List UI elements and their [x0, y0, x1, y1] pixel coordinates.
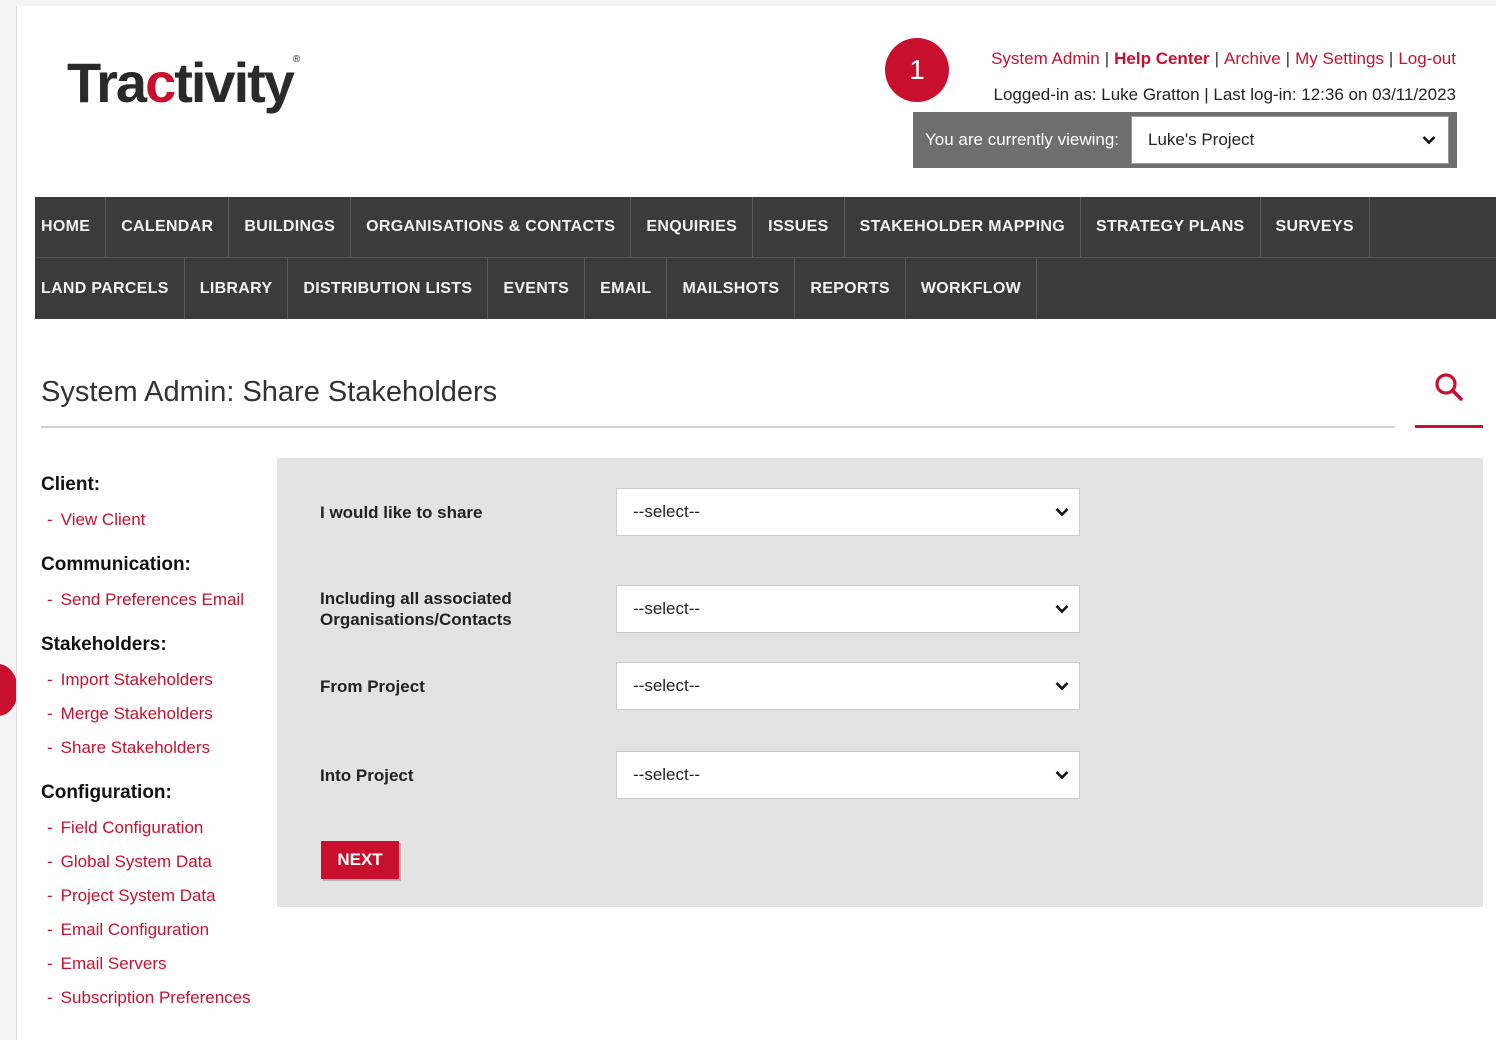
nav-buildings[interactable]: BUILDINGS — [229, 197, 352, 257]
nav-row-2: LAND PARCELS LIBRARY DISTRIBUTION LISTS … — [35, 258, 1496, 319]
nav-calendar[interactable]: CALENDAR — [106, 197, 230, 257]
logout-link[interactable]: Log-out — [1398, 49, 1456, 68]
including-row: Including all associated Organisations/C… — [320, 585, 1080, 633]
into-project-row: Into Project --select-- — [320, 751, 1080, 799]
page: Tractivity® 1 System Admin | Help Center | A… — [16, 6, 1496, 1040]
nav-strategy-plans[interactable]: STRATEGY PLANS — [1081, 197, 1261, 257]
chevron-down-icon — [1055, 682, 1069, 691]
into-project-label: Into Project — [320, 765, 414, 785]
sidebar-item-subscription-preferences[interactable]: - Subscription Preferences — [41, 988, 281, 1008]
including-select[interactable]: --select-- — [616, 585, 1080, 633]
share-form-panel: I would like to share --select-- Includi… — [277, 458, 1483, 907]
search-icon — [1435, 373, 1463, 401]
nav-issues[interactable]: ISSUES — [753, 197, 845, 257]
share-row: I would like to share --select-- — [320, 488, 1080, 536]
main-nav: HOME CALENDAR BUILDINGS ORGANISATIONS & … — [35, 197, 1496, 319]
into-project-select[interactable]: --select-- — [616, 751, 1080, 799]
tractivity-logo: Tractivity® — [67, 51, 301, 114]
sidebar-item-import-stakeholders[interactable]: - Import Stakeholders — [41, 670, 281, 690]
project-select[interactable]: Luke's Project — [1131, 116, 1449, 164]
sidebar-item-email-servers[interactable]: - Email Servers — [41, 954, 281, 974]
page-title: System Admin: Share Stakeholders — [41, 376, 498, 408]
sidebar-item-view-client[interactable]: - View Client — [41, 510, 281, 530]
admin-sidebar: Client: - View Client Communication: - Sen… — [41, 474, 281, 1022]
sidebar-item-global-system-data[interactable]: - Global System Data — [41, 852, 281, 872]
nav-workflow[interactable]: WORKFLOW — [906, 258, 1037, 319]
nav-events[interactable]: EVENTS — [488, 258, 586, 319]
nav-mailshots[interactable]: MAILSHOTS — [667, 258, 796, 319]
nav-reports[interactable]: REPORTS — [795, 258, 906, 319]
chevron-down-icon — [1055, 605, 1069, 614]
sidebar-heading-client: Client: — [41, 474, 101, 495]
project-viewer-label: You are currently viewing: — [925, 130, 1120, 149]
archive-link[interactable]: Archive — [1224, 49, 1281, 68]
search-button[interactable] — [1415, 372, 1483, 428]
nav-library[interactable]: LIBRARY — [185, 258, 289, 319]
share-select[interactable]: --select-- — [616, 488, 1080, 536]
project-viewer: You are currently viewing: Luke's Projec… — [913, 112, 1457, 168]
from-project-label: From Project — [320, 676, 425, 696]
top-links: System Admin | Help Center | Archive | My Sett… — [991, 49, 1456, 68]
nav-email[interactable]: EMAIL — [585, 258, 668, 319]
including-label: Including all associated Organisations/C… — [320, 589, 512, 629]
nav-distribution-lists[interactable]: DISTRIBUTION LISTS — [288, 258, 489, 319]
help-center-link[interactable]: Help Center — [1114, 49, 1209, 68]
chevron-down-icon — [1055, 771, 1069, 780]
nav-surveys[interactable]: SURVEYS — [1261, 197, 1370, 257]
title-divider — [41, 426, 1395, 428]
nav-row-1: HOME CALENDAR BUILDINGS ORGANISATIONS & … — [35, 197, 1496, 258]
sidebar-item-merge-stakeholders[interactable]: - Merge Stakeholders — [41, 704, 281, 724]
step-badge: 1 — [885, 38, 949, 102]
chevron-down-icon — [1055, 508, 1069, 517]
next-button[interactable]: NEXT — [321, 841, 399, 879]
sidebar-item-share-stakeholders[interactable]: - Share Stakeholders — [41, 738, 281, 758]
nav-home[interactable]: HOME — [35, 197, 107, 257]
from-project-select[interactable]: --select-- — [616, 662, 1080, 710]
chevron-down-icon — [1422, 136, 1436, 145]
sidebar-heading-stakeholders: Stakeholders: — [41, 634, 167, 655]
nav-stakeholder-mapping[interactable]: STAKEHOLDER MAPPING — [845, 197, 1082, 257]
share-label: I would like to share — [320, 502, 483, 522]
system-admin-link[interactable]: System Admin — [991, 49, 1100, 68]
sidebar-item-email-configuration[interactable]: - Email Configuration — [41, 920, 281, 940]
nav-enquiries[interactable]: ENQUIRIES — [631, 197, 754, 257]
from-project-row: From Project --select-- — [320, 662, 1080, 710]
login-info: Logged-in as: Luke Gratton | Last log-in… — [993, 85, 1457, 104]
nav-land-parcels[interactable]: LAND PARCELS — [35, 258, 185, 319]
sidebar-heading-configuration: Configuration: — [41, 782, 172, 803]
sidebar-item-send-preferences-email[interactable]: - Send Preferences Email — [41, 590, 281, 610]
nav-organisations-contacts[interactable]: ORGANISATIONS & CONTACTS — [351, 197, 632, 257]
my-settings-link[interactable]: My Settings — [1295, 49, 1384, 68]
sidebar-item-field-configuration[interactable]: - Field Configuration — [41, 818, 281, 838]
sidebar-heading-communication: Communication: — [41, 554, 191, 575]
sidebar-item-project-system-data[interactable]: - Project System Data — [41, 886, 281, 906]
